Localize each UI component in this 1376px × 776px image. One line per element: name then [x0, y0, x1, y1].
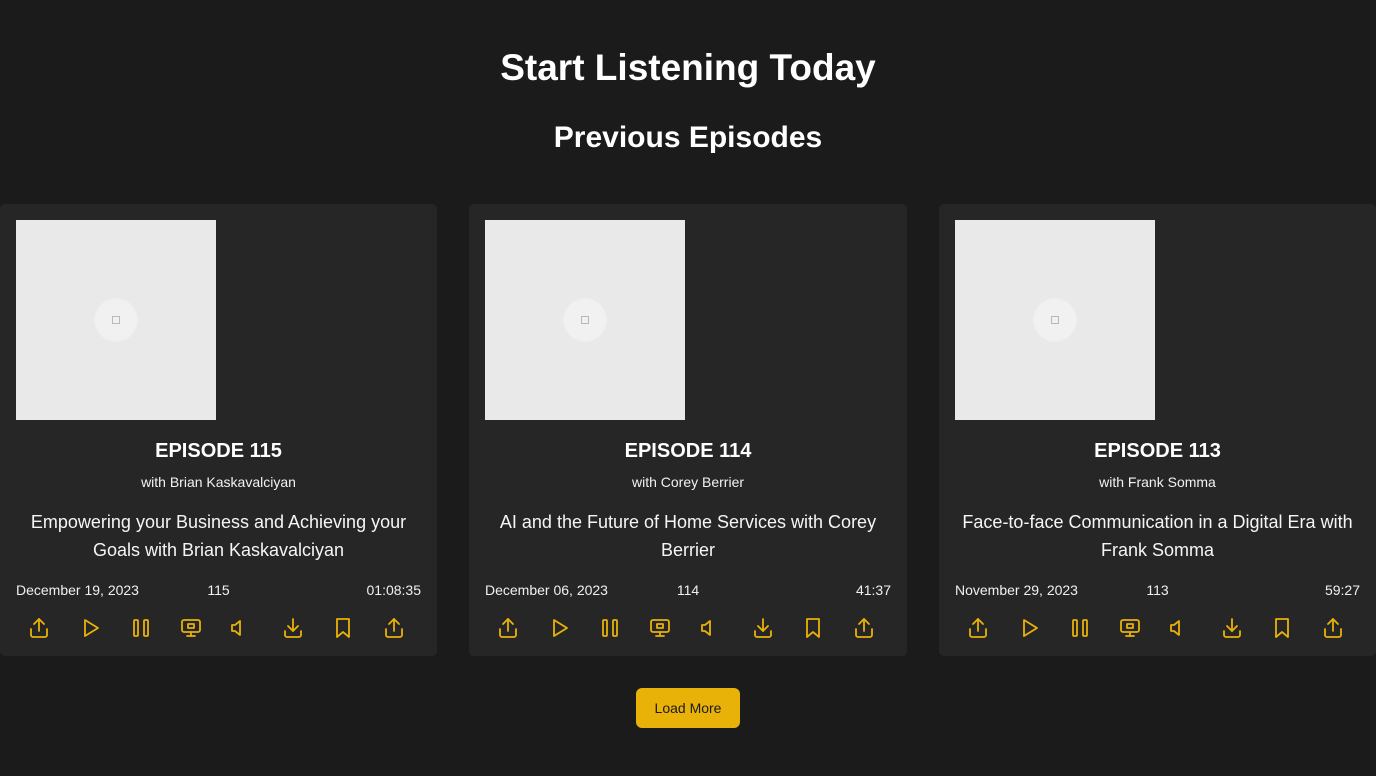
episode-card: EPISODE 113 with Frank Somma Face-to-fac… [939, 204, 1376, 656]
episode-list: EPISODE 115 with Brian Kaskavalciyan Emp… [0, 204, 1376, 656]
volume-icon[interactable] [224, 614, 252, 642]
page-title: Start Listening Today [500, 47, 876, 88]
episode-number: 114 [676, 582, 700, 598]
play-icon[interactable] [76, 614, 104, 642]
share-icon[interactable] [380, 614, 408, 642]
episode-duration: 41:37 [855, 582, 891, 598]
play-icon[interactable] [1015, 614, 1043, 642]
episode-title[interactable]: EPISODE 115 [0, 438, 437, 464]
bookmark-icon[interactable] [799, 614, 827, 642]
episode-card: EPISODE 115 with Brian Kaskavalciyan Emp… [0, 204, 437, 656]
share-icon[interactable] [850, 614, 878, 642]
episode-title[interactable]: EPISODE 113 [939, 438, 1376, 464]
download-icon[interactable] [279, 614, 307, 642]
share-icon[interactable] [1319, 614, 1347, 642]
share-icon[interactable] [494, 614, 522, 642]
share-icon[interactable] [25, 614, 53, 642]
screen-icon[interactable] [1116, 614, 1144, 642]
episode-meta: December 19, 2023 115 01:08:35 [16, 580, 421, 600]
screen-icon[interactable] [646, 614, 674, 642]
episode-controls [955, 614, 1360, 642]
episode-duration: 59:27 [1324, 582, 1360, 598]
loading-spinner-icon [563, 298, 607, 342]
episode-meta: November 29, 2023 113 59:27 [955, 580, 1360, 600]
episode-guest: with Brian Kaskavalciyan [141, 474, 296, 490]
section-title: Previous Episodes [553, 121, 823, 154]
download-icon[interactable] [749, 614, 777, 642]
episode-controls [16, 614, 421, 642]
share-icon[interactable] [964, 614, 992, 642]
bookmark-icon[interactable] [1268, 614, 1296, 642]
download-icon[interactable] [1218, 614, 1246, 642]
load-more-button[interactable]: Load More [636, 688, 740, 728]
pause-icon[interactable] [596, 614, 624, 642]
pause-icon[interactable] [127, 614, 155, 642]
episode-thumbnail[interactable] [955, 220, 1155, 420]
episode-number: 113 [1146, 582, 1169, 598]
episode-thumbnail[interactable] [485, 220, 685, 420]
play-icon[interactable] [545, 614, 573, 642]
episode-number: 115 [207, 582, 230, 598]
volume-icon[interactable] [694, 614, 722, 642]
page: Start Listening Today Previous Episodes … [0, 0, 1376, 776]
pause-icon[interactable] [1066, 614, 1094, 642]
episode-description: Empowering your Business and Achieving y… [30, 512, 407, 560]
loading-spinner-icon [1033, 298, 1077, 342]
episode-card: EPISODE 114 with Corey Berrier AI and th… [469, 204, 907, 656]
episode-guest: with Corey Berrier [631, 474, 745, 490]
episode-description: AI and the Future of Home Services with … [499, 512, 877, 560]
episode-guest: with Frank Somma [1099, 474, 1216, 490]
episode-thumbnail[interactable] [16, 220, 216, 420]
bookmark-icon[interactable] [329, 614, 357, 642]
loading-spinner-icon [94, 298, 138, 342]
screen-icon[interactable] [177, 614, 205, 642]
episode-title[interactable]: EPISODE 114 [469, 438, 907, 464]
volume-icon[interactable] [1163, 614, 1191, 642]
episode-description: Face-to-face Communication in a Digital … [962, 512, 1353, 560]
episode-duration: 01:08:35 [366, 582, 422, 598]
episode-meta: December 06, 2023 114 41:37 [485, 580, 891, 600]
episode-controls [485, 614, 891, 642]
